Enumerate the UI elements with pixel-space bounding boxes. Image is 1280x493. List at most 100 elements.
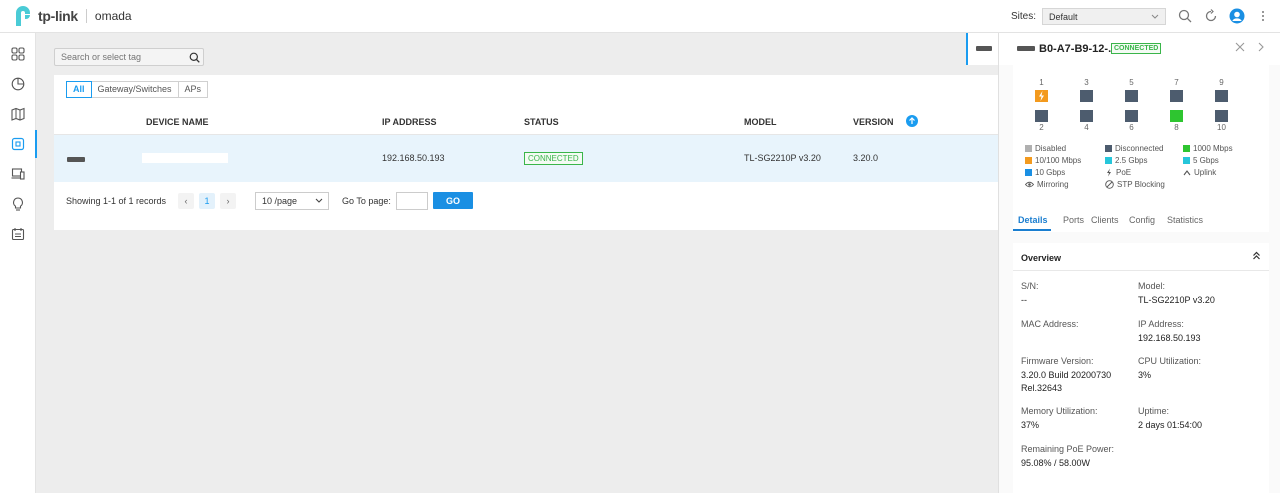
legend-label: 1000 Mbps [1193,144,1233,153]
next-page-button[interactable]: › [220,193,236,209]
col-ip-address[interactable]: IP ADDRESS [382,117,437,127]
product-name: omada [94,9,132,23]
logo[interactable]: tp-link omada [12,5,132,27]
memory-label: Memory Utilization: [1021,406,1098,416]
firmware-value: 3.20.0 Build 20200730 Rel.32643 [1021,370,1112,393]
overview-card: Overview S/N: -- Model: TL-SG2210P v3.20… [1013,243,1269,493]
bolt-icon [1107,168,1111,177]
legend-label: 5 Gbps [1193,156,1219,165]
search-input[interactable] [55,49,185,65]
device-list-panel: All Gateway/Switches APs DEVICE NAME IP … [54,75,998,230]
col-status[interactable]: STATUS [524,117,559,127]
page-1-button[interactable]: 1 [199,193,215,209]
calendar-icon [11,228,25,241]
legend-label: Mirroring [1037,180,1069,189]
chevron-down-icon [315,196,323,206]
port-number: 4 [1084,123,1089,132]
prev-page-button[interactable]: ‹ [178,193,194,209]
left-nav [0,33,37,493]
nav-map[interactable] [0,100,36,128]
search-icon[interactable] [189,52,200,65]
port-5[interactable] [1125,90,1138,102]
filter-all[interactable]: All [66,81,92,98]
port-10[interactable] [1215,110,1228,122]
tab-details[interactable]: Details [1018,215,1048,225]
collapse-icon[interactable] [1252,251,1261,262]
port-number: 6 [1129,123,1134,132]
tab-ports[interactable]: Ports [1063,215,1084,225]
tab-config[interactable]: Config [1129,215,1155,225]
col-version[interactable]: VERSION [853,117,894,127]
port-number: 1 [1039,78,1044,87]
legend-swatch [1105,157,1112,164]
tab-statistics[interactable]: Statistics [1167,215,1203,225]
ip-value: 192.168.50.193 [1138,333,1201,343]
legend-disabled: Disabled [1025,144,1066,153]
close-icon[interactable] [1235,42,1245,54]
mac-label: MAC Address: [1021,319,1079,329]
legend-label: Disabled [1035,144,1067,153]
legend-swatch [1025,145,1032,152]
sites-label: Sites: [1011,11,1037,22]
nav-insights[interactable] [0,190,36,218]
port-number: 8 [1174,123,1179,132]
more-vertical-icon[interactable] [1254,7,1272,25]
version-cell: 3.20.0 [853,153,879,163]
nav-devices[interactable] [0,130,37,158]
logo-divider [85,9,87,23]
refresh-icon[interactable] [1202,7,1220,25]
port-7[interactable] [1170,90,1183,102]
overview-header[interactable]: Overview [1013,243,1269,271]
switch-device-icon [976,46,992,51]
cpu-value: 3% [1138,370,1152,380]
switch-device-icon [67,157,85,162]
page-size-select[interactable]: 10 /page [255,192,329,210]
port-3[interactable] [1080,90,1093,102]
port-8[interactable] [1170,110,1183,122]
active-tab-indicator [1013,229,1051,231]
tag-search [54,48,204,66]
cpu-label: CPU Utilization: [1138,356,1202,366]
sort-arrow-up-icon[interactable] [906,115,918,127]
chevron-right-icon[interactable] [1257,42,1265,54]
filter-aps[interactable]: APs [177,81,209,98]
switch-device-icon [1017,46,1035,51]
legend-1000mbps: 1000 Mbps [1183,144,1233,153]
drawer-device-tab[interactable] [966,33,998,65]
port-6[interactable] [1125,110,1138,122]
tab-clients[interactable]: Clients [1091,215,1119,225]
legend-label: Uplink [1194,168,1217,177]
caret-up-icon [1183,169,1191,175]
user-avatar-icon[interactable] [1228,7,1246,25]
legend-5gbps: 5 Gbps [1183,156,1219,165]
nav-clients[interactable] [0,160,36,188]
site-select[interactable]: Default [1042,8,1167,25]
model-cell: TL-SG2210P v3.20 [744,153,821,163]
port-4[interactable] [1080,110,1093,122]
brand-name: tp-link [38,8,78,24]
pie-chart-icon [11,77,25,91]
overview-title: Overview [1021,253,1062,263]
pagination: Showing 1-1 of 1 records ‹ 1 › 10 /page … [66,192,486,210]
legend-stp-blocking: STP Blocking [1105,180,1165,189]
col-device-name[interactable]: DEVICE NAME [146,117,209,127]
nav-logs[interactable] [0,220,36,248]
ip-label: IP Address: [1138,319,1184,329]
legend-disconnected: Disconnected [1105,144,1163,153]
port-1[interactable] [1035,90,1048,102]
goto-page-input[interactable] [396,192,428,210]
nav-dashboard[interactable] [0,40,36,68]
filter-gateway-switches[interactable]: Gateway/Switches [90,81,179,98]
port-2[interactable] [1035,110,1048,122]
port-number: 2 [1039,123,1044,132]
col-model[interactable]: MODEL [744,117,777,127]
bolt-icon [1039,91,1044,101]
port-9[interactable] [1215,90,1228,102]
legend-swatch [1025,157,1032,164]
go-button[interactable]: GO [433,192,473,209]
tp-link-logo-icon [12,5,34,27]
table-row[interactable]: 192.168.50.193 CONNECTED TL-SG2210P v3.2… [54,135,998,182]
port-number: 3 [1084,78,1089,87]
nav-statistics[interactable] [0,70,36,98]
search-icon[interactable] [1176,7,1194,25]
